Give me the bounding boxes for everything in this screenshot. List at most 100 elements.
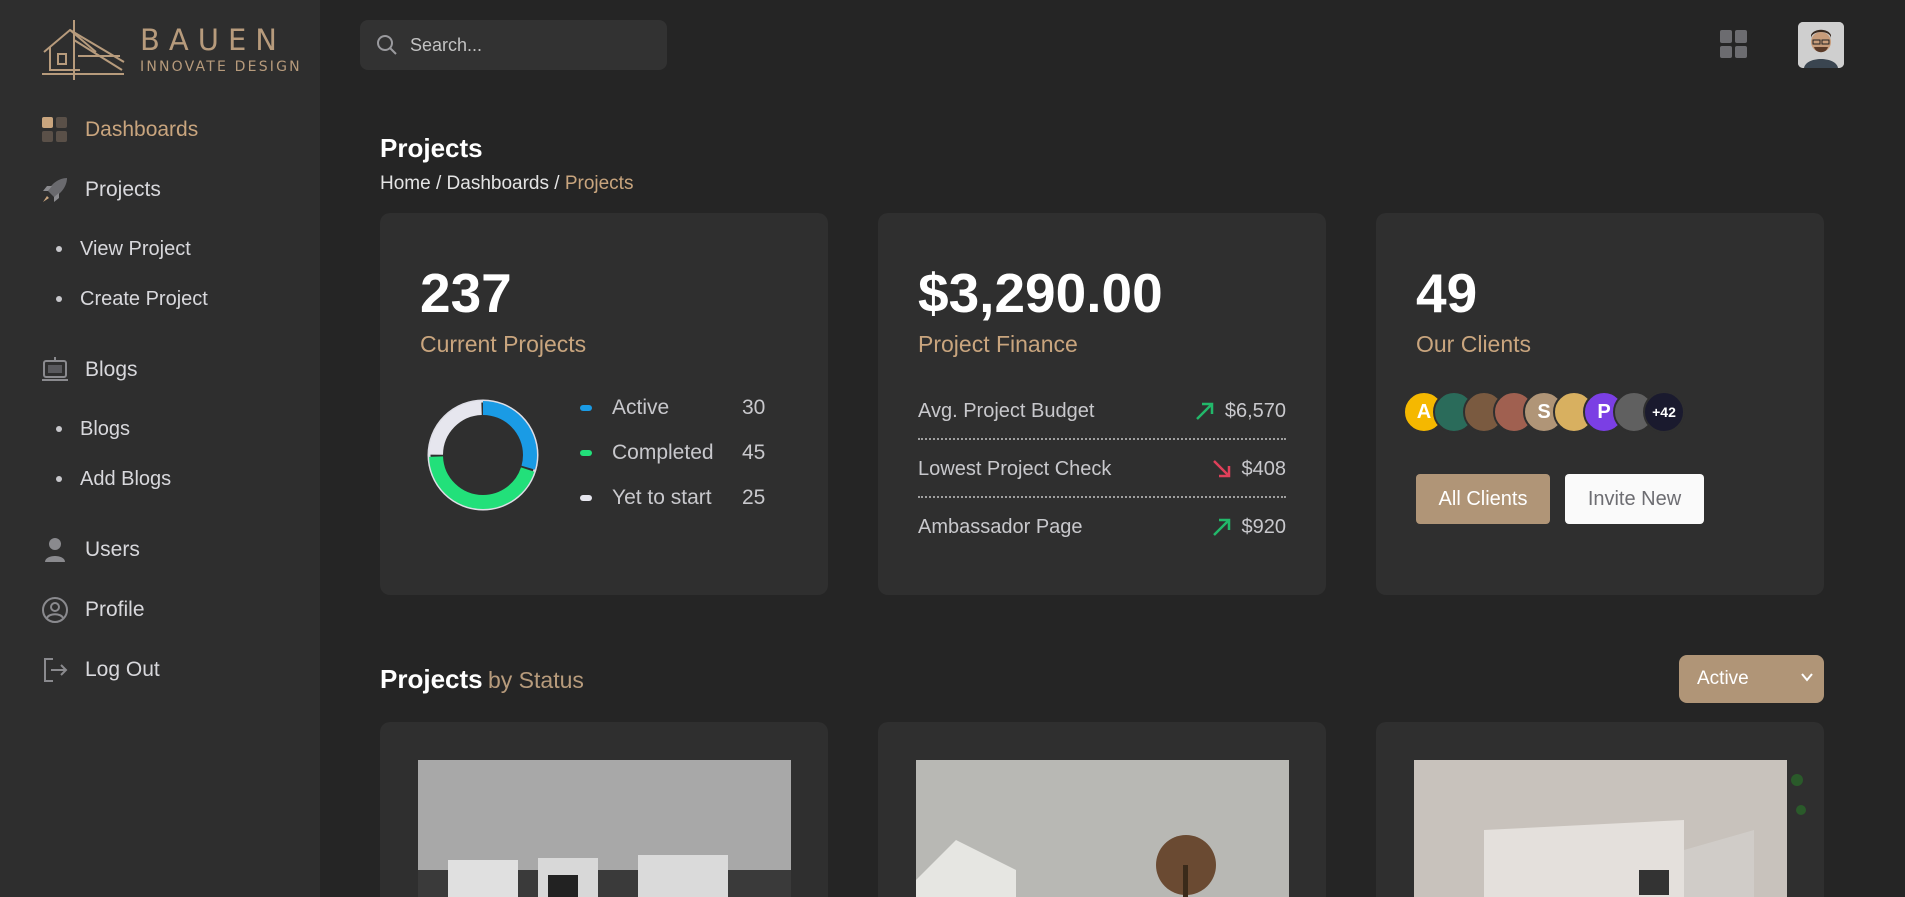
sidebar-item-profile[interactable]: Profile: [40, 594, 145, 626]
chevron-down-icon: [1801, 673, 1813, 682]
finance-total: $3,290.00: [918, 262, 1163, 324]
all-clients-button[interactable]: All Clients: [1416, 474, 1550, 524]
sidebar-item-blogs[interactable]: Blogs: [40, 354, 138, 386]
logout-icon: [40, 655, 70, 685]
finance-label: Project Finance: [918, 331, 1078, 357]
rocket-icon: [40, 175, 70, 205]
sidebar-item-label: View Project: [80, 237, 191, 260]
breadcrumb: Home / Dashboards / Projects: [380, 173, 633, 195]
project-finance-card: $3,290.00 Project Finance Avg. Project B…: [878, 213, 1326, 595]
sidebar-item-label: Projects: [85, 178, 161, 201]
current-projects-card: 237 Current Projects Active 30 Completed…: [380, 213, 828, 595]
brand-logo[interactable]: BAUEN INNOVATE DESIGN: [40, 18, 302, 82]
finance-row-name: Avg. Project Budget: [918, 399, 1095, 422]
grid-cell: [1720, 45, 1732, 58]
finance-row: Avg. Project Budget $6,570: [918, 389, 1286, 433]
sidebar-subitem-blogs[interactable]: Blogs: [56, 414, 130, 444]
blog-icon: [40, 355, 70, 385]
search-input[interactable]: [410, 34, 650, 56]
grid-cell: [1720, 30, 1732, 43]
user-icon: [40, 535, 70, 565]
legend-yet-to-start: Yet to start 25: [580, 486, 765, 510]
legend-value: 25: [742, 486, 766, 509]
sidebar-subitem-add-blogs[interactable]: Add Blogs: [56, 464, 171, 494]
divider: [918, 496, 1286, 498]
finance-row-amount: $920: [1241, 515, 1287, 538]
legend-completed: Completed 45: [580, 441, 765, 465]
divider: [918, 438, 1286, 440]
sidebar-item-label: Blogs: [85, 358, 138, 381]
search-box[interactable]: [360, 20, 667, 70]
breadcrumb-home[interactable]: Home: [380, 173, 431, 194]
profile-icon: [40, 595, 70, 625]
finance-row: Ambassador Page $920: [918, 505, 1286, 549]
brand-title: BAUEN: [140, 23, 286, 57]
project-image: [916, 760, 1289, 897]
brand-subtitle: INNOVATE DESIGN: [140, 59, 302, 75]
project-card[interactable]: [1376, 722, 1824, 897]
our-clients-card: 49 Our Clients A S P +42 All Clients Inv…: [1376, 213, 1824, 595]
apps-grid-icon[interactable]: [1720, 30, 1748, 58]
sidebar-item-label: Create Project: [80, 287, 208, 310]
project-card[interactable]: [380, 722, 828, 897]
sidebar-item-label: Users: [85, 538, 140, 561]
trend-down-icon: [1212, 460, 1230, 478]
clients-count: 49: [1416, 262, 1478, 324]
breadcrumb-current: Projects: [564, 173, 634, 194]
legend-name: Completed: [612, 441, 714, 464]
sidebar-item-label: Log Out: [85, 658, 160, 681]
client-avatar-group: A S P +42: [1403, 391, 1685, 433]
status-filter-select[interactable]: Active: [1679, 655, 1824, 703]
house-logo-icon: [42, 20, 125, 80]
sidebar-item-label: Blogs: [80, 417, 131, 440]
trend-up-icon: [1195, 402, 1214, 420]
trend-up-icon: [1212, 518, 1230, 536]
more-clients-badge[interactable]: +42: [1643, 391, 1685, 433]
legend-swatch: [580, 450, 592, 456]
legend-name: Yet to start: [612, 486, 712, 509]
finance-row-name: Lowest Project Check: [918, 457, 1112, 480]
search-icon: [377, 35, 397, 55]
sidebar: BAUEN INNOVATE DESIGN Dashboards Project…: [0, 0, 320, 897]
breadcrumb-dashboards[interactable]: Dashboards: [447, 173, 549, 194]
project-card[interactable]: [878, 722, 1326, 897]
status-filter-value: Active: [1697, 668, 1749, 689]
sidebar-item-label: Add Blogs: [80, 467, 172, 490]
bullet-icon: [56, 296, 62, 302]
legend-swatch: [580, 405, 592, 411]
projects-label: Current Projects: [420, 331, 587, 357]
user-avatar[interactable]: [1798, 22, 1844, 68]
finance-row: Lowest Project Check $408: [918, 447, 1286, 491]
sidebar-item-projects[interactable]: Projects: [40, 174, 161, 206]
sidebar-subitem-view-project[interactable]: View Project: [56, 234, 191, 264]
grid-cell: [1735, 45, 1747, 58]
projects-count: 237: [420, 262, 512, 324]
sidebar-subitem-create-project[interactable]: Create Project: [56, 284, 208, 314]
sidebar-item-users[interactable]: Users: [40, 534, 140, 566]
legend-name: Active: [612, 396, 670, 419]
finance-row-amount: $6,570: [1224, 399, 1286, 422]
bullet-icon: [56, 246, 62, 252]
legend-value: 30: [742, 396, 766, 419]
clients-label: Our Clients: [1416, 331, 1532, 357]
finance-row-name: Ambassador Page: [918, 515, 1083, 538]
finance-row-amount: $408: [1241, 457, 1287, 480]
projects-donut-chart: [427, 399, 539, 511]
grid-cell: [1735, 30, 1747, 43]
project-image: [1414, 760, 1787, 897]
legend-value: 45: [742, 441, 766, 464]
sidebar-item-dashboards[interactable]: Dashboards: [40, 114, 198, 146]
page-title: Projects: [380, 133, 483, 163]
breadcrumb-separator: /: [435, 173, 447, 194]
bullet-icon: [56, 476, 62, 482]
sidebar-item-label: Dashboards: [85, 118, 199, 141]
plant-decoration: [1791, 774, 1806, 815]
section-title: Projects: [380, 664, 483, 694]
section-subtitle: by Status: [488, 667, 584, 693]
legend-active: Active 30: [580, 396, 765, 420]
legend-swatch: [580, 495, 592, 501]
bullet-icon: [56, 426, 62, 432]
invite-new-button[interactable]: Invite New: [1565, 474, 1704, 524]
dashboard-icon: [40, 115, 70, 145]
sidebar-item-logout[interactable]: Log Out: [40, 654, 160, 686]
